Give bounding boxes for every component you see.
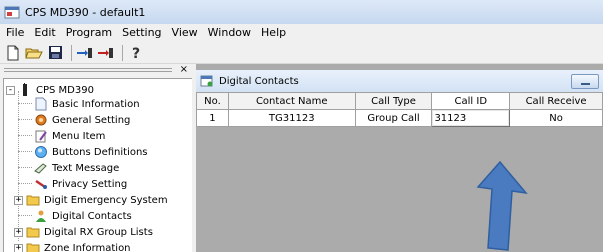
help-icon: ?	[132, 46, 140, 61]
save-disk-icon	[48, 46, 62, 59]
tree-item-buttons-definitions[interactable]: Buttons Definitions	[34, 144, 148, 160]
panel-grip[interactable]: ×	[0, 64, 192, 78]
tree-item-digital-contacts[interactable]: Digital Contacts	[34, 208, 132, 224]
tree-view: - CPS MD390 Basic Information General Se…	[3, 78, 192, 252]
gear-icon	[34, 113, 48, 127]
read-from-radio-icon	[77, 47, 92, 58]
tree-item-label: General Setting	[52, 114, 131, 126]
annotation-arrow	[476, 160, 528, 251]
cell-call-type[interactable]: Group Call	[354, 109, 433, 127]
cell-call-id-input[interactable]: 31123	[431, 109, 511, 127]
read-from-radio-button[interactable]	[76, 44, 94, 62]
collapse-toggle[interactable]: -	[6, 85, 15, 95]
document-title: Digital Contacts	[219, 75, 299, 87]
column-header-no[interactable]: No.	[196, 92, 229, 110]
toolbar: ?	[0, 42, 603, 64]
table-row[interactable]: 1 TG31123 Group Call 31123 No	[196, 109, 603, 127]
tree-item-label: Basic Information	[52, 98, 140, 110]
menu-edit[interactable]: Edit	[29, 24, 60, 42]
key-icon	[34, 177, 48, 191]
radio-device-icon	[18, 83, 32, 97]
open-folder-icon	[25, 48, 43, 58]
contacts-table: No. Contact Name Call Type Call ID Call …	[196, 92, 603, 127]
navigation-panel: × - CPS MD390 Basic Information General …	[0, 64, 192, 252]
cell-no[interactable]: 1	[196, 109, 229, 127]
document-title-bar: Digital Contacts	[196, 70, 603, 92]
open-button[interactable]	[25, 44, 43, 62]
minimize-button[interactable]	[571, 74, 599, 89]
tree-item-privacy-setting[interactable]: Privacy Setting	[34, 176, 127, 192]
application-window: CPS MD390 - default1 File Edit Program S…	[0, 0, 603, 252]
title-bar: CPS MD390 - default1	[0, 0, 603, 24]
help-button[interactable]: ?	[127, 44, 145, 62]
toolbar-separator	[71, 44, 72, 61]
contacts-icon	[34, 209, 48, 223]
menu-help[interactable]: Help	[256, 24, 291, 42]
write-to-radio-button[interactable]	[97, 44, 115, 62]
column-header-call-receive[interactable]: Call Receive	[509, 92, 603, 110]
tree-item-label: Digit Emergency System	[44, 194, 168, 206]
tree-item-general-setting[interactable]: General Setting	[34, 112, 130, 128]
tree-item-label: Zone Information	[44, 242, 131, 252]
tree-item-digital-rx-group-lists[interactable]: + Digital RX Group Lists	[14, 224, 153, 240]
tree-item-label: Text Message	[52, 162, 120, 174]
menu-file[interactable]: File	[1, 24, 29, 42]
column-header-call-type[interactable]: Call Type	[354, 92, 433, 110]
tree-item-label: Digital Contacts	[52, 210, 132, 222]
table-header-row: No. Contact Name Call Type Call ID Call …	[196, 92, 603, 110]
window-title: CPS MD390 - default1	[25, 5, 146, 19]
tree-item-zone-information[interactable]: + Zone Information	[14, 240, 131, 252]
menu-view[interactable]: View	[167, 24, 203, 42]
folder-icon	[26, 225, 40, 239]
document-icon	[34, 97, 48, 111]
tree-item-text-message[interactable]: Text Message	[34, 160, 119, 176]
contacts-window-icon	[200, 74, 214, 88]
write-to-radio-icon	[98, 47, 113, 58]
tree-item-menu-item[interactable]: Menu Item	[34, 128, 105, 144]
folder-icon	[26, 241, 40, 252]
tree-root-label: CPS MD390	[36, 84, 94, 96]
column-header-call-id[interactable]: Call ID	[431, 92, 511, 110]
expand-toggle[interactable]: +	[14, 195, 23, 205]
folder-icon	[26, 193, 40, 207]
svg-text:?: ?	[132, 46, 140, 61]
menu-edit-icon	[34, 129, 48, 143]
menu-bar: File Edit Program Setting View Window He…	[0, 24, 603, 42]
expand-toggle[interactable]: +	[14, 243, 23, 252]
new-file-icon	[7, 45, 19, 60]
cell-call-receive[interactable]: No	[509, 109, 603, 127]
cell-contact-name[interactable]: TG31123	[227, 109, 356, 127]
tree-item-label: Buttons Definitions	[52, 146, 148, 158]
message-icon	[34, 161, 48, 175]
save-button[interactable]	[46, 44, 64, 62]
tree-item-label: Digital RX Group Lists	[44, 226, 153, 238]
new-file-button[interactable]	[4, 44, 22, 62]
close-icon[interactable]: ×	[180, 64, 188, 76]
tree-item-digit-emergency-system[interactable]: + Digit Emergency System	[14, 192, 168, 208]
column-header-contact-name[interactable]: Contact Name	[227, 92, 356, 110]
app-window-icon	[4, 5, 20, 19]
menu-window[interactable]: Window	[203, 24, 256, 42]
mdi-area: Digital Contacts No. Contact Name Call T…	[196, 64, 603, 252]
tree-item-label: Menu Item	[52, 130, 106, 142]
tree-item-basic-information[interactable]: Basic Information	[34, 96, 140, 112]
button-icon	[34, 145, 48, 159]
expand-toggle[interactable]: +	[14, 227, 23, 237]
tree-item-label: Privacy Setting	[52, 178, 128, 190]
toolbar-separator	[122, 44, 123, 61]
menu-program[interactable]: Program	[61, 24, 117, 42]
menu-setting[interactable]: Setting	[117, 24, 166, 42]
